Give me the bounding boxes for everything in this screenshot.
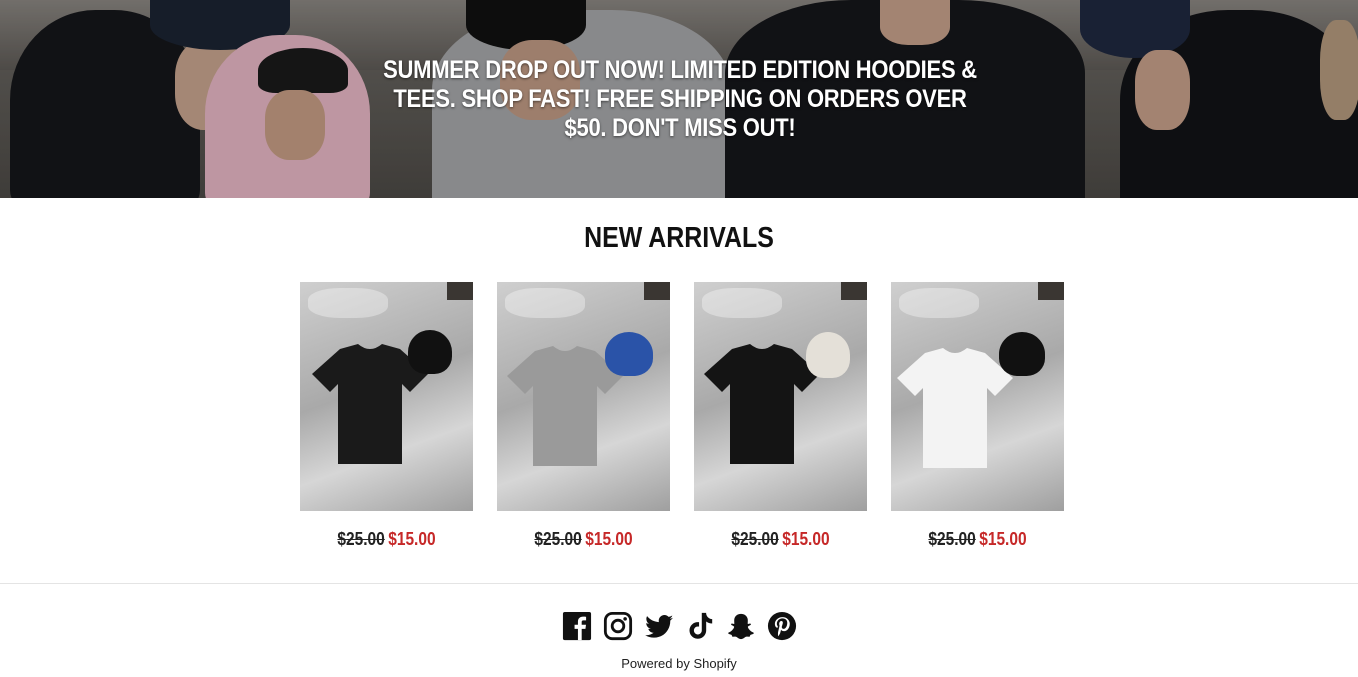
headboard xyxy=(447,282,473,300)
cap-icon xyxy=(999,332,1045,376)
cap-icon xyxy=(408,330,452,374)
headboard xyxy=(1038,282,1064,300)
instagram-icon[interactable] xyxy=(603,610,633,642)
bedsheet-fold xyxy=(899,288,979,318)
compare-at-price: $25.00 xyxy=(534,529,582,549)
pinterest-icon[interactable] xyxy=(767,610,797,642)
tshirt-icon xyxy=(704,344,820,464)
sale-price: $15.00 xyxy=(388,529,436,549)
social-links xyxy=(0,610,1358,642)
cap-icon xyxy=(605,332,653,376)
tshirt-shape xyxy=(704,344,820,464)
compare-at-price: $25.00 xyxy=(928,529,976,549)
product-image[interactable] xyxy=(694,282,867,511)
product-card[interactable]: $25.00 $15.00 xyxy=(694,282,867,550)
product-card[interactable]: $25.00 $15.00 xyxy=(300,282,473,550)
compare-at-price: $25.00 xyxy=(337,529,385,549)
announcement-text: SUMMER DROP OUT NOW! LIMITED EDITION HOO… xyxy=(383,56,977,142)
compare-at-price: $25.00 xyxy=(731,529,779,549)
collection-title: NEW ARRIVALS xyxy=(584,222,774,254)
product-image[interactable] xyxy=(891,282,1064,511)
powered-by-link[interactable]: Powered by Shopify xyxy=(0,656,1358,671)
hero-banner: SUMMER DROP OUT NOW! LIMITED EDITION HOO… xyxy=(0,0,1358,198)
product-price: $25.00 $15.00 xyxy=(903,529,1052,550)
product-image[interactable] xyxy=(300,282,473,511)
product-card[interactable]: $25.00 $15.00 xyxy=(497,282,670,550)
facebook-icon[interactable] xyxy=(562,610,592,642)
headboard xyxy=(841,282,867,300)
product-price: $25.00 $15.00 xyxy=(312,529,461,550)
sale-price: $15.00 xyxy=(782,529,830,549)
product-price: $25.00 $15.00 xyxy=(706,529,855,550)
product-card[interactable]: $25.00 $15.00 xyxy=(891,282,1064,550)
tshirt-shape xyxy=(897,348,1013,468)
bedsheet-fold xyxy=(702,288,782,318)
cap-icon xyxy=(806,332,850,378)
product-price: $25.00 $15.00 xyxy=(509,529,658,550)
bedsheet-fold xyxy=(505,288,585,318)
tiktok-icon[interactable] xyxy=(685,610,715,642)
product-image[interactable] xyxy=(497,282,670,511)
tshirt-icon xyxy=(897,348,1013,468)
bedsheet-fold xyxy=(308,288,388,318)
sale-price: $15.00 xyxy=(979,529,1027,549)
sale-price: $15.00 xyxy=(585,529,633,549)
headboard xyxy=(644,282,670,300)
footer-divider xyxy=(0,583,1358,584)
snapchat-icon[interactable] xyxy=(726,610,756,642)
twitter-icon[interactable] xyxy=(644,610,674,642)
